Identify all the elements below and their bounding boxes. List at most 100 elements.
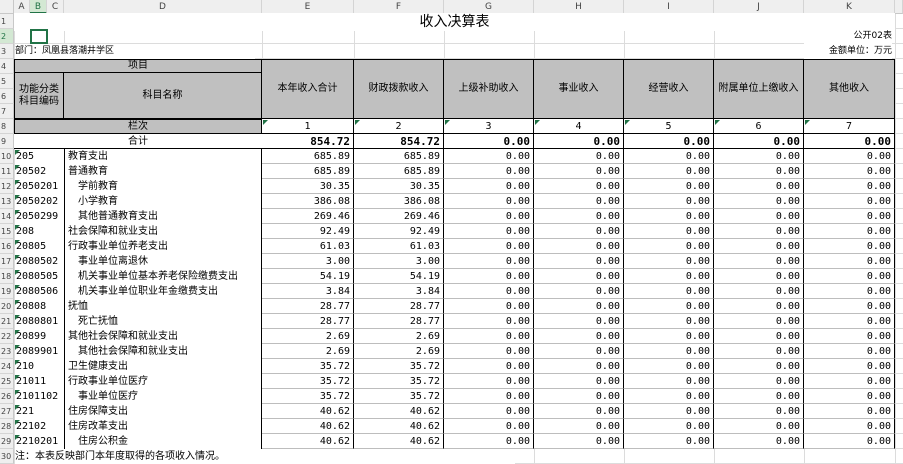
amount-cell[interactable]: 0.00	[534, 419, 624, 434]
row-header-9[interactable]: 9	[0, 134, 14, 149]
active-cell-selection[interactable]	[30, 29, 48, 44]
amount-cell[interactable]: 0.00	[444, 404, 534, 419]
amount-cell[interactable]: 40.62	[262, 434, 354, 449]
amount-cell[interactable]: 0.00	[534, 149, 624, 164]
amount-cell[interactable]: 0.00	[534, 314, 624, 329]
row-header-29[interactable]: 29	[0, 434, 14, 449]
amount-cell[interactable]: 0.00	[714, 299, 804, 314]
amount-cell[interactable]: 28.77	[262, 299, 354, 314]
amount-cell[interactable]: 0.00	[624, 179, 714, 194]
amount-cell[interactable]: 3.84	[262, 284, 354, 299]
column-header-k[interactable]: K	[804, 0, 895, 14]
amount-cell[interactable]: 0.00	[444, 239, 534, 254]
amount-cell[interactable]: 30.35	[262, 179, 354, 194]
amount-cell[interactable]: 685.89	[354, 164, 444, 179]
amount-cell[interactable]: 386.08	[262, 194, 354, 209]
amount-cell[interactable]: 0.00	[534, 284, 624, 299]
amount-cell[interactable]: 40.62	[262, 419, 354, 434]
amount-cell[interactable]: 0.00	[804, 209, 895, 224]
amount-cell[interactable]: 0.00	[714, 269, 804, 284]
amount-cell[interactable]: 0.00	[624, 269, 714, 284]
amount-cell[interactable]: 0.00	[804, 404, 895, 419]
amount-cell[interactable]: 0.00	[714, 209, 804, 224]
row-header-10[interactable]: 10	[0, 149, 14, 164]
amount-cell[interactable]: 3.00	[354, 254, 444, 269]
amount-cell[interactable]: 0.00	[444, 344, 534, 359]
amount-cell[interactable]: 0.00	[624, 314, 714, 329]
amount-cell[interactable]: 0.00	[714, 239, 804, 254]
amount-cell[interactable]: 0.00	[804, 314, 895, 329]
amount-cell[interactable]: 0.00	[804, 419, 895, 434]
amount-cell[interactable]: 0.00	[804, 434, 895, 449]
amount-cell[interactable]: 0.00	[714, 179, 804, 194]
amount-cell[interactable]: 0.00	[804, 254, 895, 269]
row-header-3[interactable]: 3	[0, 44, 14, 59]
amount-cell[interactable]: 0.00	[444, 194, 534, 209]
amount-cell[interactable]: 0.00	[444, 314, 534, 329]
amount-cell[interactable]: 0.00	[624, 239, 714, 254]
row-header-2[interactable]: 2	[0, 29, 14, 44]
amount-cell[interactable]: 40.62	[354, 404, 444, 419]
row-header-22[interactable]: 22	[0, 329, 14, 344]
amount-cell[interactable]: 28.77	[354, 314, 444, 329]
amount-cell[interactable]: 685.89	[262, 164, 354, 179]
amount-cell[interactable]: 0.00	[714, 344, 804, 359]
amount-cell[interactable]: 28.77	[354, 299, 444, 314]
amount-cell[interactable]: 40.62	[354, 434, 444, 449]
amount-cell[interactable]: 35.72	[354, 359, 444, 374]
column-header-j[interactable]: J	[714, 0, 804, 14]
amount-cell[interactable]: 0.00	[804, 269, 895, 284]
amount-cell[interactable]: 0.00	[534, 269, 624, 284]
amount-cell[interactable]: 0.00	[444, 254, 534, 269]
amount-cell[interactable]: 0.00	[804, 179, 895, 194]
amount-cell[interactable]: 0.00	[804, 374, 895, 389]
amount-cell[interactable]: 2.69	[262, 329, 354, 344]
row-header-19[interactable]: 19	[0, 284, 14, 299]
column-header-e[interactable]: E	[262, 0, 354, 14]
amount-cell[interactable]: 0.00	[444, 329, 534, 344]
amount-cell[interactable]: 0.00	[534, 194, 624, 209]
amount-cell[interactable]: 0.00	[804, 299, 895, 314]
amount-cell[interactable]: 0.00	[804, 284, 895, 299]
amount-cell[interactable]: 0.00	[534, 359, 624, 374]
amount-cell[interactable]: 0.00	[534, 404, 624, 419]
amount-cell[interactable]: 0.00	[714, 164, 804, 179]
amount-cell[interactable]: 92.49	[262, 224, 354, 239]
amount-cell[interactable]: 0.00	[624, 224, 714, 239]
row-header-6[interactable]: 6	[0, 89, 14, 104]
amount-cell[interactable]: 0.00	[534, 389, 624, 404]
amount-cell[interactable]: 0.00	[534, 434, 624, 449]
amount-cell[interactable]: 0.00	[714, 419, 804, 434]
row-header-12[interactable]: 12	[0, 179, 14, 194]
row-header-17[interactable]: 17	[0, 254, 14, 269]
amount-cell[interactable]: 0.00	[444, 149, 534, 164]
amount-cell[interactable]: 40.62	[262, 404, 354, 419]
amount-cell[interactable]: 0.00	[714, 149, 804, 164]
row-header-7[interactable]: 7	[0, 104, 14, 119]
amount-cell[interactable]: 2.69	[262, 344, 354, 359]
amount-cell[interactable]: 0.00	[624, 374, 714, 389]
amount-cell[interactable]: 0.00	[804, 224, 895, 239]
amount-cell[interactable]: 3.00	[262, 254, 354, 269]
amount-cell[interactable]: 61.03	[354, 239, 444, 254]
amount-cell[interactable]: 0.00	[714, 329, 804, 344]
amount-cell[interactable]: 0.00	[444, 269, 534, 284]
column-header-b[interactable]: B	[30, 0, 47, 14]
amount-cell[interactable]: 0.00	[804, 344, 895, 359]
row-header-18[interactable]: 18	[0, 269, 14, 284]
amount-cell[interactable]: 0.00	[624, 299, 714, 314]
amount-cell[interactable]: 0.00	[804, 389, 895, 404]
amount-cell[interactable]: 0.00	[444, 284, 534, 299]
amount-cell[interactable]: 0.00	[444, 419, 534, 434]
amount-cell[interactable]: 0.00	[804, 149, 895, 164]
row-header-21[interactable]: 21	[0, 314, 14, 329]
row-header-11[interactable]: 11	[0, 164, 14, 179]
row-header-30[interactable]: 30	[0, 449, 14, 464]
amount-cell[interactable]: 0.00	[714, 254, 804, 269]
amount-cell[interactable]: 0.00	[624, 149, 714, 164]
amount-cell[interactable]: 269.46	[262, 209, 354, 224]
amount-cell[interactable]: 685.89	[262, 149, 354, 164]
amount-cell[interactable]: 269.46	[354, 209, 444, 224]
amount-cell[interactable]: 0.00	[714, 389, 804, 404]
amount-cell[interactable]: 0.00	[804, 329, 895, 344]
